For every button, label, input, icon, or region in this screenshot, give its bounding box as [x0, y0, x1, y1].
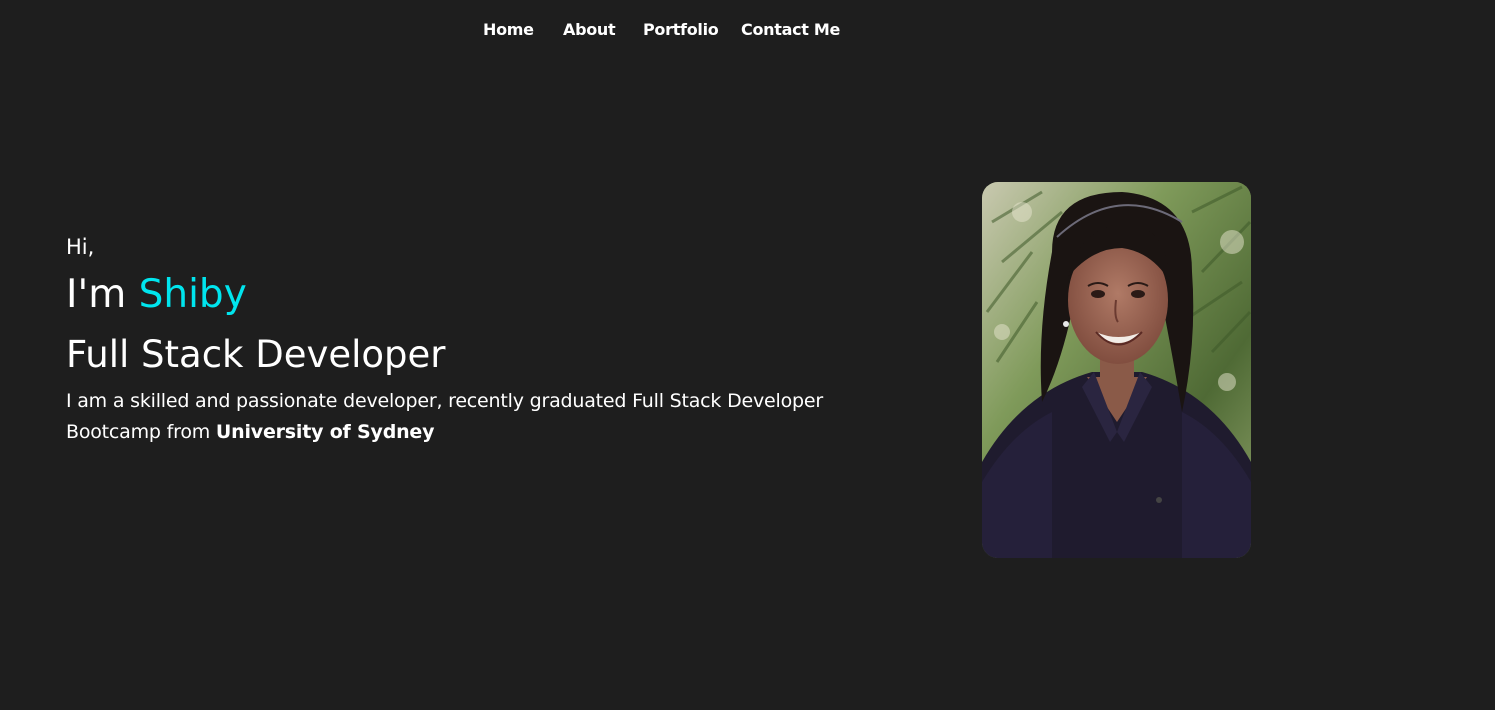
hero-intro: I'm Shiby	[66, 270, 247, 320]
hero-bio: I am a skilled and passionate developer,…	[66, 386, 906, 448]
hero-intro-prefix: I'm	[66, 272, 139, 317]
hero-bio-text: I am a skilled and passionate developer,…	[66, 390, 823, 443]
nav-link-home[interactable]: Home	[483, 18, 534, 42]
hero-greeting: Hi,	[66, 235, 95, 259]
nav-link-portfolio[interactable]: Portfolio	[643, 18, 719, 42]
portrait-photo-icon	[982, 182, 1251, 558]
hero-name: Shiby	[138, 272, 247, 317]
hero-bio-university: University of Sydney	[215, 421, 435, 443]
nav-link-contact-me[interactable]: Contact Me	[741, 18, 840, 42]
top-nav: Home About Portfolio Contact Me	[0, 18, 1495, 44]
hero-role: Full Stack Developer	[66, 333, 446, 376]
profile-photo	[982, 182, 1251, 558]
nav-link-about[interactable]: About	[563, 18, 616, 42]
